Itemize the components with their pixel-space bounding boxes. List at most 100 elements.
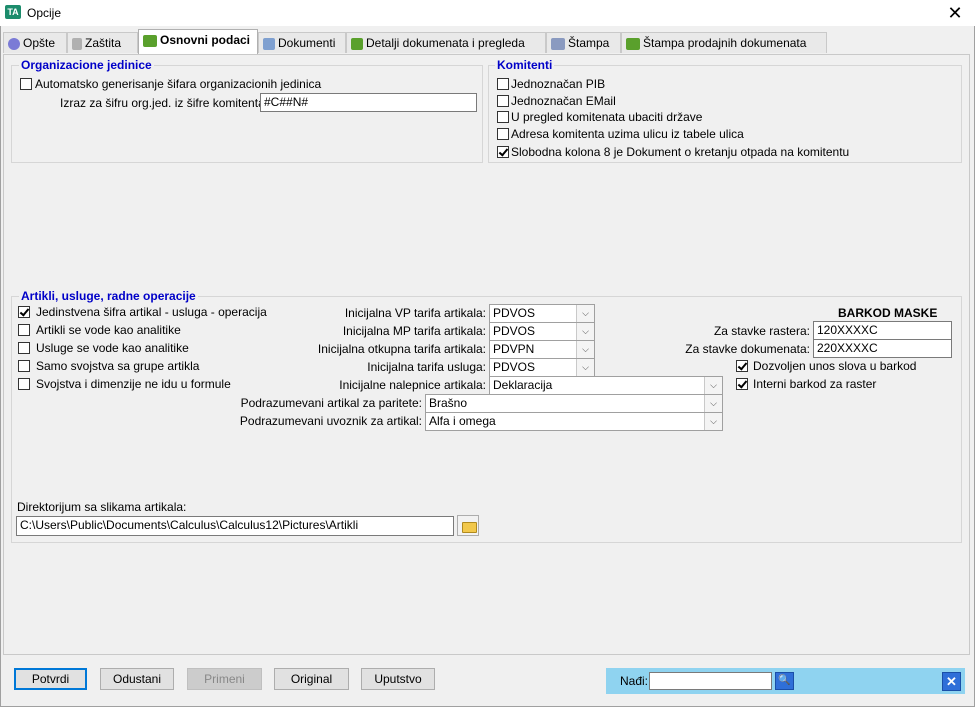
chevron-down-icon: ⌵ xyxy=(576,341,594,358)
adresa-ulica-label: Adresa komitenta uzima ulicu iz tabele u… xyxy=(511,127,744,141)
chevron-down-icon: ⌵ xyxy=(704,395,722,412)
jednoznacan-pib-label: Jednoznačan PIB xyxy=(511,77,606,91)
slobodna-kolona-label: Slobodna kolona 8 je Dokument o kretanju… xyxy=(511,145,850,159)
mp-tarifa-value: PDVOS xyxy=(493,324,536,338)
chevron-down-icon: ⌵ xyxy=(576,323,594,340)
tab-stampa-prodajnih[interactable]: Štampa prodajnih dokumenata xyxy=(621,32,827,53)
tab-osnovni-podaci[interactable]: Osnovni podaci xyxy=(138,29,258,54)
odustani-button[interactable]: Odustani xyxy=(100,668,174,690)
artikli-analitike-checkbox[interactable] xyxy=(18,324,30,336)
interni-barkod-label: Interni barkod za raster xyxy=(753,377,877,391)
browse-folder-icon[interactable] xyxy=(457,515,479,536)
jedinstvena-sifra-label: Jedinstvena šifra artikal - usluga - ope… xyxy=(36,305,267,319)
printer-icon xyxy=(551,37,565,50)
chevron-down-icon: ⌵ xyxy=(576,359,594,376)
nalepnice-value: Deklaracija xyxy=(493,378,553,392)
vp-tarifa-value: PDVOS xyxy=(493,306,536,320)
paritete-select[interactable]: Brašno ⌵ xyxy=(425,394,723,413)
uputstvo-button[interactable]: Uputstvo xyxy=(361,668,435,690)
tab-stampa[interactable]: Štampa xyxy=(546,32,621,53)
usluge-analitike-label: Usluge se vode kao analitike xyxy=(36,341,189,355)
mp-tarifa-label: Inicijalna MP tarifa artikala: xyxy=(342,324,486,338)
org-units-title: Organizacione jedinice xyxy=(19,58,154,72)
auto-gen-label: Automatsko generisanje šifara organizaci… xyxy=(35,77,322,91)
dozvoljen-unos-slova-label: Dozvoljen unos slova u barkod xyxy=(753,359,917,373)
tab-label: Štampa xyxy=(568,36,610,50)
tab-label: Zaštita xyxy=(85,36,122,50)
svojstva-grupe-label: Samo svojstva sa grupe artikla xyxy=(36,359,200,373)
chevron-down-icon: ⌵ xyxy=(704,413,722,430)
tab-label: Osnovni podaci xyxy=(160,33,251,47)
folder-data-icon xyxy=(143,34,157,47)
original-button[interactable]: Original xyxy=(274,668,349,690)
drzave-label: U pregled komitenata ubaciti države xyxy=(511,110,703,124)
tarifa-usluga-value: PDVOS xyxy=(493,360,536,374)
jednoznacan-email-label: Jednoznačan EMail xyxy=(511,94,616,108)
otkupna-tarifa-value: PDVPN xyxy=(493,342,535,356)
dozvoljen-unos-slova-checkbox[interactable] xyxy=(736,360,748,372)
slobodna-kolona-checkbox[interactable] xyxy=(497,146,509,158)
tarifa-usluga-label: Inicijalna tarifa usluga: xyxy=(367,360,486,374)
jednoznacan-email-checkbox[interactable] xyxy=(497,95,509,107)
za-stavke-dokumenata-label: Za stavke dokumenata: xyxy=(685,342,810,356)
komitenti-title: Komitenti xyxy=(495,58,555,72)
paritete-value: Brašno xyxy=(429,396,468,410)
uvoznik-select[interactable]: Alfa i omega ⌵ xyxy=(425,412,723,431)
za-stavke-rastera-label: Za stavke rastera: xyxy=(713,324,810,338)
app-logo-icon: TA xyxy=(5,5,21,19)
za-stavke-rastera-input[interactable]: 120XXXXC xyxy=(813,321,952,340)
window-title: Opcije xyxy=(27,6,62,20)
title-bar: TA Opcije ✕ xyxy=(0,0,975,26)
chevron-down-icon: ⌵ xyxy=(704,377,722,394)
otkupna-tarifa-label: Inicijalna otkupna tarifa artikala: xyxy=(317,342,486,356)
jedinstvena-sifra-checkbox[interactable] xyxy=(18,306,30,318)
uvoznik-value: Alfa i omega xyxy=(429,414,496,428)
za-stavke-dokumenata-input[interactable]: 220XXXXC xyxy=(813,339,952,358)
svojstva-formule-label: Svojstva i dimenzije ne idu u formule xyxy=(36,377,231,391)
tab-zastita[interactable]: Zaštita xyxy=(67,32,138,53)
tab-label: Dokumenti xyxy=(278,36,336,50)
document-details-icon xyxy=(351,37,363,50)
mp-tarifa-select[interactable]: PDVOS ⌵ xyxy=(489,322,595,341)
primeni-button[interactable]: Primeni xyxy=(187,668,262,690)
svojstva-grupe-checkbox[interactable] xyxy=(18,360,30,372)
tab-label: Detalji dokumenata i pregleda xyxy=(366,36,525,50)
adresa-ulica-checkbox[interactable] xyxy=(497,128,509,140)
jednoznacan-pib-checkbox[interactable] xyxy=(497,78,509,90)
artikli-title: Artikli, usluge, radne operacije xyxy=(19,289,198,303)
artikli-analitike-label: Artikli se vode kao analitike xyxy=(36,323,181,337)
vp-tarifa-label: Inicijalna VP tarifa artikala: xyxy=(344,306,486,320)
vp-tarifa-select[interactable]: PDVOS ⌵ xyxy=(489,304,595,323)
potvrdi-button[interactable]: Potvrdi xyxy=(14,668,87,690)
search-icon[interactable]: 🔍 xyxy=(775,672,794,690)
paritete-label: Podrazumevani artikal za paritete: xyxy=(240,396,422,410)
find-label: Nađi: xyxy=(620,674,649,688)
find-bar: Nađi: 🔍 ✕ xyxy=(606,668,965,694)
izraz-input[interactable]: #C##N# xyxy=(260,93,477,112)
lock-icon xyxy=(72,37,82,50)
barkod-maske-title: BARKOD MASKE xyxy=(838,306,938,320)
interni-barkod-checkbox[interactable] xyxy=(736,378,748,390)
nalepnice-select[interactable]: Deklaracija ⌵ xyxy=(489,376,723,395)
otkupna-tarifa-select[interactable]: PDVPN ⌵ xyxy=(489,340,595,359)
close-find-icon[interactable]: ✕ xyxy=(942,672,961,691)
tarifa-usluga-select[interactable]: PDVOS ⌵ xyxy=(489,358,595,377)
tab-strip: Opšte Zaštita Osnovni podaci Dokumenti D… xyxy=(3,29,827,54)
direktorijum-label: Direktorijum sa slikama artikala: xyxy=(17,500,187,514)
printer-green-icon xyxy=(626,37,640,50)
tab-opste[interactable]: Opšte xyxy=(3,32,67,53)
tab-detalji-dokumenata[interactable]: Detalji dokumenata i pregleda xyxy=(346,32,546,53)
find-input[interactable] xyxy=(649,672,772,690)
gear-icon xyxy=(8,37,20,50)
chevron-down-icon: ⌵ xyxy=(576,305,594,322)
svojstva-formule-checkbox[interactable] xyxy=(18,378,30,390)
drzave-checkbox[interactable] xyxy=(497,111,509,123)
nalepnice-label: Inicijalne nalepnice artikala: xyxy=(339,378,486,392)
tab-label: Opšte xyxy=(23,36,56,50)
auto-gen-checkbox[interactable] xyxy=(20,78,32,90)
tab-dokumenti[interactable]: Dokumenti xyxy=(258,32,346,53)
close-window-button[interactable]: ✕ xyxy=(935,0,975,26)
document-icon xyxy=(263,37,275,50)
direktorijum-input[interactable]: C:\Users\Public\Documents\Calculus\Calcu… xyxy=(16,516,454,536)
usluge-analitike-checkbox[interactable] xyxy=(18,342,30,354)
